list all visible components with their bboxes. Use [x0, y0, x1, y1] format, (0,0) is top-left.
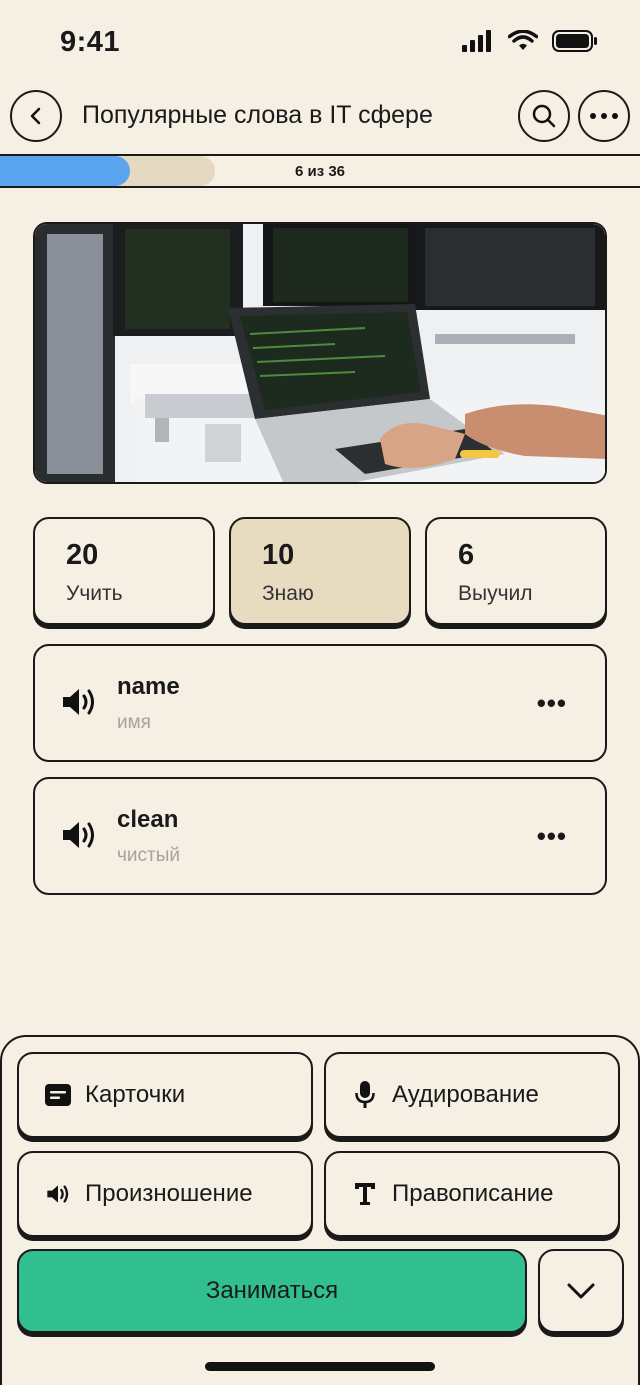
- more-options-button[interactable]: [578, 90, 630, 142]
- word-text: clean: [117, 806, 179, 833]
- workspace-illustration: [35, 224, 605, 482]
- stat-count: 10: [262, 539, 295, 571]
- speaker-icon: [45, 1181, 71, 1207]
- back-button[interactable]: [10, 90, 62, 142]
- mode-label: Аудирование: [392, 1081, 539, 1108]
- status-icons: [462, 30, 598, 52]
- search-icon: [532, 104, 556, 128]
- stat-label: Выучил: [458, 582, 533, 605]
- stat-card-learn[interactable]: 20 Учить: [33, 517, 215, 625]
- microphone-icon: [352, 1081, 378, 1108]
- stat-card-learned[interactable]: 6 Выучил: [425, 517, 607, 625]
- progress-bar: 6 из 36: [0, 154, 640, 188]
- expand-button[interactable]: [538, 1249, 624, 1333]
- mode-listening-button[interactable]: Аудирование: [324, 1052, 620, 1138]
- more-horizontal-icon[interactable]: •••: [537, 690, 567, 716]
- text-icon: [352, 1181, 378, 1207]
- status-time: 9:41: [60, 26, 121, 58]
- progress-text: 6 из 36: [294, 163, 346, 180]
- header: Популярные слова в IT сфере: [0, 90, 640, 146]
- word-card[interactable]: name имя •••: [33, 644, 607, 762]
- mode-label: Произношение: [85, 1180, 253, 1207]
- wifi-icon: [508, 30, 538, 50]
- stat-count: 6: [458, 539, 475, 571]
- more-horizontal-icon[interactable]: •••: [537, 823, 567, 849]
- mode-label: Правописание: [392, 1180, 554, 1207]
- more-horizontal-icon: [590, 113, 618, 119]
- page-title: Популярные слова в IT сфере: [82, 101, 433, 129]
- battery-icon: [552, 30, 597, 52]
- word-text: name: [117, 673, 180, 700]
- chevron-left-icon: [30, 107, 41, 125]
- speaker-icon[interactable]: [61, 819, 97, 851]
- stat-card-know[interactable]: 10 Знаю: [229, 517, 411, 625]
- mode-cards-button[interactable]: Карточки: [17, 1052, 313, 1138]
- mode-label: Карточки: [85, 1081, 186, 1108]
- status-bar: 9:41: [0, 0, 640, 80]
- stat-label: Знаю: [262, 582, 314, 605]
- start-studying-button[interactable]: Заниматься: [17, 1249, 527, 1333]
- app-screen: 9:41 Популярные слова в IT сфере 6 из 36…: [0, 0, 640, 1385]
- search-button[interactable]: [518, 90, 570, 142]
- word-translation: имя: [117, 712, 151, 733]
- chevron-down-icon: [567, 1283, 595, 1299]
- home-indicator[interactable]: [205, 1362, 435, 1371]
- word-translation: чистый: [117, 845, 180, 866]
- word-card[interactable]: clean чистый •••: [33, 777, 607, 895]
- topic-image: [33, 222, 607, 484]
- mode-spelling-button[interactable]: Правописание: [324, 1151, 620, 1237]
- stat-label: Учить: [66, 582, 123, 605]
- stat-count: 20: [66, 539, 99, 571]
- card-icon: [45, 1082, 71, 1108]
- speaker-icon[interactable]: [61, 686, 97, 718]
- mode-pronunciation-button[interactable]: Произношение: [17, 1151, 313, 1237]
- cellular-signal-icon: [462, 30, 491, 52]
